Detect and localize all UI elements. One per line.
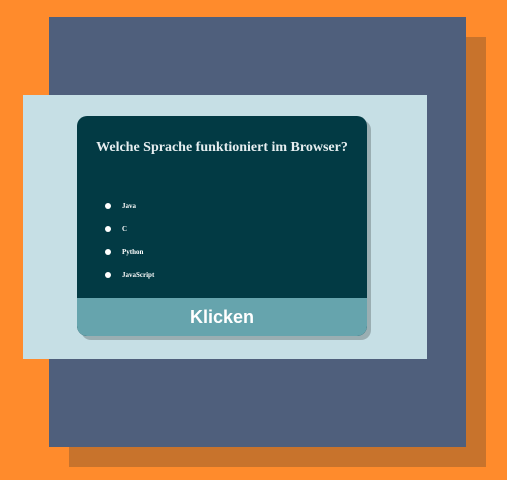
option-label: Java [122, 201, 136, 210]
option-label: C [122, 224, 128, 233]
quiz-question: Welche Sprache funktioniert im Browser? [96, 140, 348, 155]
option-label: Python [122, 247, 144, 256]
option-label: JavaScript [122, 270, 155, 279]
option-c[interactable]: C [105, 217, 154, 240]
option-javascript[interactable]: JavaScript [105, 263, 154, 286]
radio-icon[interactable] [105, 225, 111, 232]
radio-icon[interactable] [105, 248, 111, 255]
radio-icon[interactable] [105, 271, 111, 278]
quiz-card: Welche Sprache funktioniert im Browser? … [77, 116, 367, 336]
radio-icon[interactable] [105, 202, 111, 209]
answer-options: Java C Python JavaScript [105, 194, 154, 286]
submit-button[interactable]: Klicken [77, 298, 367, 336]
option-python[interactable]: Python [105, 240, 154, 263]
option-java[interactable]: Java [105, 194, 154, 217]
